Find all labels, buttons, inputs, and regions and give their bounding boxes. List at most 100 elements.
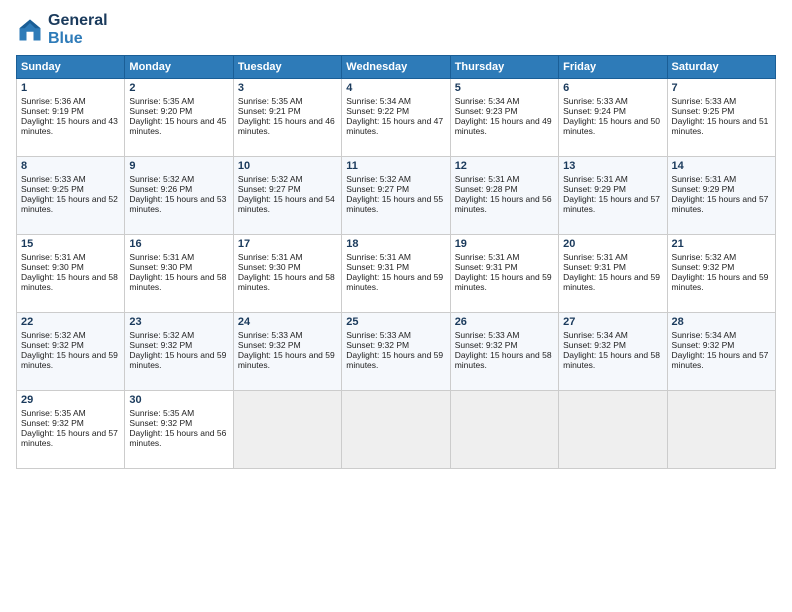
day-number: 11 <box>346 160 445 172</box>
sunset: Sunset: 9:22 PM <box>346 106 409 116</box>
daylight: Daylight: 15 hours and 59 minutes. <box>346 350 443 370</box>
sunset: Sunset: 9:27 PM <box>238 184 301 194</box>
sunrise: Sunrise: 5:31 AM <box>346 252 411 262</box>
sunset: Sunset: 9:27 PM <box>346 184 409 194</box>
daylight: Daylight: 15 hours and 50 minutes. <box>563 116 660 136</box>
day-header: Monday <box>125 56 233 79</box>
day-number: 7 <box>672 82 771 94</box>
sunset: Sunset: 9:32 PM <box>238 340 301 350</box>
sunset: Sunset: 9:30 PM <box>238 262 301 272</box>
calendar-cell: 2Sunrise: 5:35 AMSunset: 9:20 PMDaylight… <box>125 79 233 157</box>
day-number: 8 <box>21 160 120 172</box>
daylight: Daylight: 15 hours and 46 minutes. <box>238 116 335 136</box>
daylight: Daylight: 15 hours and 59 minutes. <box>21 350 118 370</box>
sunset: Sunset: 9:32 PM <box>672 340 735 350</box>
calendar-cell: 21Sunrise: 5:32 AMSunset: 9:32 PMDayligh… <box>667 235 775 313</box>
calendar-header: SundayMondayTuesdayWednesdayThursdayFrid… <box>17 56 776 79</box>
daylight: Daylight: 15 hours and 57 minutes. <box>21 428 118 448</box>
sunset: Sunset: 9:32 PM <box>129 418 192 428</box>
calendar-cell: 6 Sunrise: 5:33 AMSunset: 9:24 PMDaylight… <box>559 79 667 157</box>
sunrise: Sunrise: 5:31 AM <box>563 174 628 184</box>
daylight: Daylight: 15 hours and 53 minutes. <box>129 194 226 214</box>
calendar-cell: 4Sunrise: 5:34 AMSunset: 9:22 PMDaylight… <box>342 79 450 157</box>
logo-text: General Blue <box>48 12 108 47</box>
day-number: 23 <box>129 316 228 328</box>
sunset: Sunset: 9:19 PM <box>21 106 84 116</box>
sunrise: Sunrise: 5:32 AM <box>129 174 194 184</box>
sunrise: Sunrise: 5:32 AM <box>21 330 86 340</box>
daylight: Daylight: 15 hours and 49 minutes. <box>455 116 552 136</box>
daylight: Daylight: 15 hours and 54 minutes. <box>238 194 335 214</box>
day-header: Friday <box>559 56 667 79</box>
calendar-week: 8Sunrise: 5:33 AMSunset: 9:25 PMDaylight… <box>17 157 776 235</box>
sunset: Sunset: 9:31 PM <box>563 262 626 272</box>
sunset: Sunset: 9:30 PM <box>21 262 84 272</box>
sunset: Sunset: 9:30 PM <box>129 262 192 272</box>
sunset: Sunset: 9:32 PM <box>563 340 626 350</box>
calendar-cell: 28Sunrise: 5:34 AMSunset: 9:32 PMDayligh… <box>667 313 775 391</box>
calendar-cell <box>450 391 558 469</box>
sunset: Sunset: 9:32 PM <box>129 340 192 350</box>
calendar-cell: 1Sunrise: 5:36 AMSunset: 9:19 PMDaylight… <box>17 79 125 157</box>
sunrise: Sunrise: 5:31 AM <box>672 174 737 184</box>
calendar-cell: 20Sunrise: 5:31 AMSunset: 9:31 PMDayligh… <box>559 235 667 313</box>
calendar-cell: 15Sunrise: 5:31 AMSunset: 9:30 PMDayligh… <box>17 235 125 313</box>
day-number: 15 <box>21 238 120 250</box>
day-number: 22 <box>21 316 120 328</box>
day-number: 29 <box>21 394 120 406</box>
sunrise: Sunrise: 5:33 AM <box>563 96 628 106</box>
daylight: Daylight: 15 hours and 59 minutes. <box>346 272 443 292</box>
sunset: Sunset: 9:32 PM <box>21 418 84 428</box>
calendar-page: General Blue SundayMondayTuesdayWednesda… <box>0 0 792 612</box>
daylight: Daylight: 15 hours and 59 minutes. <box>563 272 660 292</box>
sunset: Sunset: 9:24 PM <box>563 106 626 116</box>
daylight: Daylight: 15 hours and 58 minutes. <box>455 350 552 370</box>
sunrise: Sunrise: 5:33 AM <box>21 174 86 184</box>
sunrise: Sunrise: 5:34 AM <box>455 96 520 106</box>
daylight: Daylight: 15 hours and 59 minutes. <box>238 350 335 370</box>
day-header: Thursday <box>450 56 558 79</box>
day-number: 16 <box>129 238 228 250</box>
calendar-cell <box>233 391 341 469</box>
calendar-cell: 11Sunrise: 5:32 AMSunset: 9:27 PMDayligh… <box>342 157 450 235</box>
logo-icon <box>16 16 44 44</box>
sunrise: Sunrise: 5:31 AM <box>21 252 86 262</box>
day-number: 17 <box>238 238 337 250</box>
daylight: Daylight: 15 hours and 57 minutes. <box>672 194 769 214</box>
sunset: Sunset: 9:25 PM <box>672 106 735 116</box>
calendar-cell: 18Sunrise: 5:31 AMSunset: 9:31 PMDayligh… <box>342 235 450 313</box>
daylight: Daylight: 15 hours and 45 minutes. <box>129 116 226 136</box>
calendar-week: 1Sunrise: 5:36 AMSunset: 9:19 PMDaylight… <box>17 79 776 157</box>
day-number: 27 <box>563 316 662 328</box>
sunrise: Sunrise: 5:33 AM <box>672 96 737 106</box>
daylight: Daylight: 15 hours and 52 minutes. <box>21 194 118 214</box>
sunset: Sunset: 9:31 PM <box>346 262 409 272</box>
calendar-week: 22Sunrise: 5:32 AMSunset: 9:32 PMDayligh… <box>17 313 776 391</box>
sunrise: Sunrise: 5:34 AM <box>672 330 737 340</box>
daylight: Daylight: 15 hours and 59 minutes. <box>672 272 769 292</box>
sunset: Sunset: 9:31 PM <box>455 262 518 272</box>
day-number: 4 <box>346 82 445 94</box>
sunset: Sunset: 9:25 PM <box>21 184 84 194</box>
day-number: 21 <box>672 238 771 250</box>
calendar-cell: 5Sunrise: 5:34 AMSunset: 9:23 PMDaylight… <box>450 79 558 157</box>
logo: General Blue <box>16 12 108 47</box>
day-number: 6 <box>563 82 662 94</box>
calendar-cell: 10Sunrise: 5:32 AMSunset: 9:27 PMDayligh… <box>233 157 341 235</box>
sunrise: Sunrise: 5:31 AM <box>455 174 520 184</box>
day-number: 28 <box>672 316 771 328</box>
daylight: Daylight: 15 hours and 56 minutes. <box>455 194 552 214</box>
day-number: 26 <box>455 316 554 328</box>
day-number: 5 <box>455 82 554 94</box>
day-number: 30 <box>129 394 228 406</box>
sunrise: Sunrise: 5:33 AM <box>455 330 520 340</box>
calendar-cell: 30Sunrise: 5:35 AMSunset: 9:32 PMDayligh… <box>125 391 233 469</box>
calendar-cell: 19Sunrise: 5:31 AMSunset: 9:31 PMDayligh… <box>450 235 558 313</box>
day-number: 25 <box>346 316 445 328</box>
sunset: Sunset: 9:29 PM <box>672 184 735 194</box>
day-number: 2 <box>129 82 228 94</box>
calendar-cell: 22Sunrise: 5:32 AMSunset: 9:32 PMDayligh… <box>17 313 125 391</box>
day-number: 3 <box>238 82 337 94</box>
daylight: Daylight: 15 hours and 58 minutes. <box>129 272 226 292</box>
sunrise: Sunrise: 5:35 AM <box>238 96 303 106</box>
